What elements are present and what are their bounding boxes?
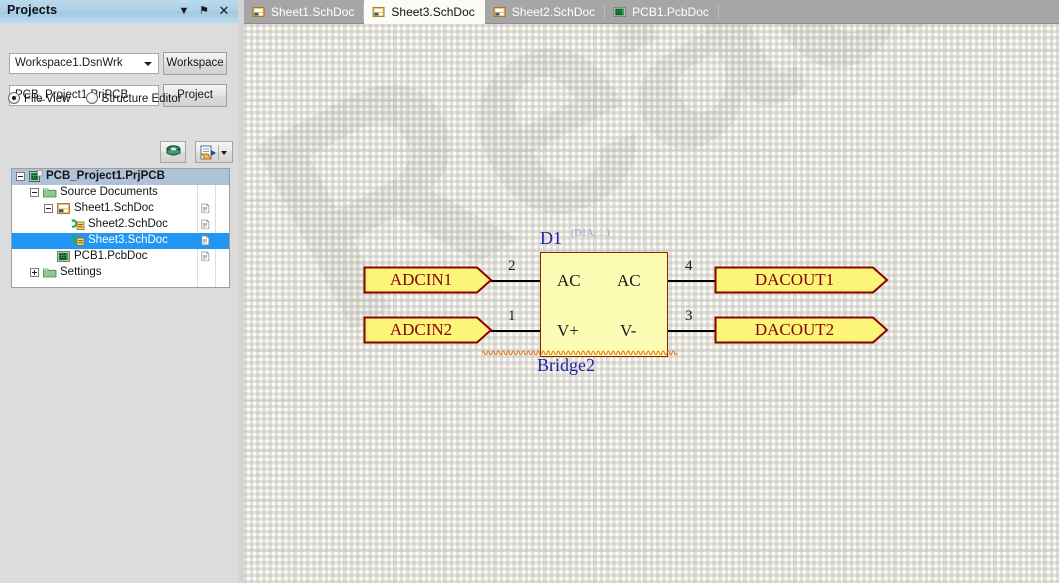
port-dacout2[interactable]: DACOUT2 — [714, 316, 889, 344]
component-comment[interactable]: Bridge2 — [537, 355, 595, 376]
compile-button[interactable] — [160, 141, 186, 163]
toolbar-separator — [218, 145, 220, 160]
projects-panel: Projects ▼ ⚑ ✕ Workspace1.DsnWrk Workspa… — [0, 0, 238, 583]
sheet-link-icon — [71, 218, 85, 231]
tab-label: PCB1.PcbDoc — [632, 5, 709, 19]
tree-item-sheet1-schdoc[interactable]: Sheet1.SchDoc — [12, 201, 229, 217]
panel-pin-icon[interactable]: ⚑ — [196, 3, 212, 19]
tab-sheet1-schdoc[interactable]: Sheet1.SchDoc — [244, 0, 365, 24]
open-document-button[interactable] — [195, 141, 234, 163]
pin-number-3: 3 — [685, 308, 693, 324]
port-dacout1[interactable]: DACOUT1 — [714, 266, 889, 294]
pin-number-2: 2 — [508, 258, 516, 274]
tab-pcb1-pcbdoc[interactable]: PCB1.PcbDoc — [605, 0, 719, 24]
view-mode-radio-group: File View Structure Editor — [8, 92, 194, 105]
project-tree[interactable]: PCB_Project1.PrjPCB Source Documents Sheet… — [11, 168, 230, 288]
folder-icon — [43, 186, 57, 199]
tab-label: Sheet1.SchDoc — [271, 5, 355, 19]
wire-dacout1[interactable] — [664, 280, 716, 282]
wire-adcin2[interactable] — [491, 330, 545, 332]
expand-icon[interactable] — [30, 268, 39, 277]
radio-file-view-label: File View — [24, 93, 71, 105]
tree-item-label: PCB1.PcbDoc — [74, 250, 148, 262]
component-designator-suffix: (D1A, ...) — [571, 228, 610, 239]
component-designator[interactable]: D1 — [540, 228, 562, 249]
pin-number-4: 4 — [685, 258, 693, 274]
workspace-combo[interactable]: Workspace1.DsnWrk — [9, 53, 159, 74]
panel-toolbar — [160, 141, 234, 163]
project-tree-rows: PCB_Project1.PrjPCB Source Documents Sheet… — [12, 169, 229, 287]
tree-item-label: Sheet2.SchDoc — [88, 218, 168, 230]
tree-item-label: Source Documents — [60, 186, 158, 198]
pcb-project-icon — [29, 170, 43, 183]
chevron-down-icon[interactable] — [221, 151, 228, 155]
port-adcin1[interactable]: ADCIN1 — [363, 266, 493, 294]
port-adcin2[interactable]: ADCIN2 — [363, 316, 493, 344]
page-icon — [201, 250, 213, 263]
schematic-icon — [252, 2, 266, 17]
collapse-icon[interactable] — [16, 172, 25, 181]
collapse-icon[interactable] — [30, 188, 39, 197]
pin-name-ac-right: AC — [617, 271, 641, 290]
page-icon — [201, 218, 213, 231]
radio-structure-editor-indicator[interactable] — [85, 92, 98, 104]
tree-item-label: Sheet3.SchDoc — [88, 234, 168, 246]
wire-dacout2[interactable] — [664, 330, 716, 332]
tree-item-label: Sheet1.SchDoc — [74, 202, 154, 214]
schematic-icon — [57, 202, 71, 215]
schematic-icon — [372, 2, 386, 17]
tab-sheet2-schdoc[interactable]: Sheet2.SchDoc — [485, 0, 606, 24]
port-shape-icon — [363, 316, 493, 344]
pin-name-vplus: V+ — [557, 321, 579, 340]
tree-item-source-documents[interactable]: Source Documents — [12, 185, 229, 201]
projects-panel-body: Workspace1.DsnWrk Workspace PCB_Project1… — [0, 23, 238, 583]
tab-label: Sheet3.SchDoc — [391, 5, 475, 19]
panel-close-icon[interactable]: ✕ — [216, 3, 232, 19]
pcb-doc-icon — [613, 2, 627, 17]
pcb-doc-icon — [57, 250, 71, 263]
tree-item-settings[interactable]: Settings — [12, 265, 229, 281]
page-icon — [201, 202, 213, 215]
panel-title: Projects — [7, 3, 58, 17]
tab-sheet3-schdoc[interactable]: Sheet3.SchDoc — [364, 0, 485, 24]
pin-name-vminus: V- — [620, 321, 637, 340]
tree-item-label: PCB_Project1.PrjPCB — [46, 170, 165, 182]
tree-item-pcb1-pcbdoc[interactable]: PCB1.PcbDoc — [12, 249, 229, 265]
pin-number-1: 1 — [508, 308, 516, 324]
port-shape-icon — [363, 266, 493, 294]
schematic-canvas[interactable]: Read O AC V+ AC V- 2 1 4 3 D1 (D1A, ...)… — [244, 24, 1059, 583]
folder-icon — [43, 266, 57, 279]
sheet-link-icon — [71, 234, 85, 247]
altium-designer-window: Projects ▼ ⚑ ✕ Workspace1.DsnWrk Workspa… — [0, 0, 1059, 583]
pin-name-ac-left: AC — [557, 271, 581, 290]
component-body-bridge2[interactable] — [540, 252, 668, 357]
schematic-icon — [493, 2, 507, 17]
radio-file-view[interactable]: File View — [8, 92, 70, 105]
document-tab-strip: Sheet1.SchDoc Sheet3.SchDoc Sheet2.SchDoc P… — [244, 0, 1059, 24]
tree-item-sheet2-schdoc[interactable]: Sheet2.SchDoc — [12, 217, 229, 233]
chevron-down-icon[interactable] — [144, 62, 152, 66]
tree-item-pcb-project1-prjpcb[interactable]: PCB_Project1.PrjPCB — [12, 169, 229, 185]
projects-panel-titlebar: Projects ▼ ⚑ ✕ — [0, 0, 238, 24]
workspace-button[interactable]: Workspace — [163, 52, 227, 75]
compile-error-squiggle — [482, 350, 677, 355]
port-shape-icon — [714, 316, 889, 344]
tab-separator — [717, 5, 719, 19]
collapse-icon[interactable] — [44, 204, 53, 213]
page-icon — [201, 234, 213, 247]
wire-adcin1[interactable] — [491, 280, 545, 282]
workspace-combo-value: Workspace1.DsnWrk — [15, 57, 123, 69]
open-document-icon — [200, 145, 217, 160]
tree-item-sheet3-schdoc[interactable]: Sheet3.SchDoc — [12, 233, 229, 249]
tab-label: Sheet2.SchDoc — [511, 5, 596, 19]
radio-structure-editor[interactable]: Structure Editor — [85, 92, 182, 105]
radio-structure-editor-label: Structure Editor — [101, 93, 182, 105]
compile-icon — [166, 145, 181, 156]
radio-file-view-indicator[interactable] — [8, 92, 20, 104]
panel-dropdown-icon[interactable]: ▼ — [176, 3, 192, 19]
tree-item-label: Settings — [60, 266, 102, 278]
port-shape-icon — [714, 266, 889, 294]
